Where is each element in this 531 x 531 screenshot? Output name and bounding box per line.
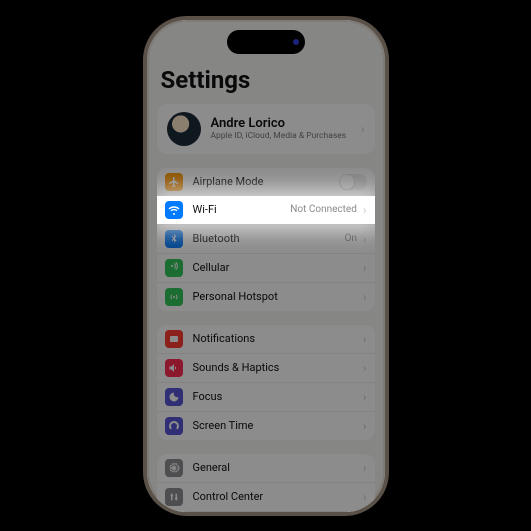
chevron-right-icon: › bbox=[363, 361, 367, 375]
row-label: Wi-Fi bbox=[193, 203, 291, 216]
chevron-right-icon: › bbox=[363, 290, 367, 304]
row-notifications[interactable]: Notifications › bbox=[157, 325, 375, 353]
focus-icon bbox=[165, 388, 183, 406]
settings-group: Airplane ModeWi-FiNot Connected›Bluetoot… bbox=[157, 168, 375, 311]
bluetooth-icon bbox=[165, 230, 183, 248]
general-icon bbox=[165, 459, 183, 477]
chevron-right-icon: › bbox=[363, 261, 367, 275]
chevron-right-icon: › bbox=[363, 203, 367, 217]
phone-frame: Settings Andre Lorico Apple ID, iCloud, … bbox=[143, 16, 389, 516]
row-label: Bluetooth bbox=[193, 232, 345, 245]
profile-subtitle: Apple ID, iCloud, Media & Purchases bbox=[211, 131, 357, 141]
profile-name: Andre Lorico bbox=[211, 116, 357, 131]
row-bluetooth[interactable]: BluetoothOn › bbox=[157, 224, 375, 253]
settings-group: Notifications›Sounds & Haptics›Focus›Scr… bbox=[157, 325, 375, 440]
chevron-right-icon: › bbox=[363, 232, 367, 246]
row-label: Cellular bbox=[193, 261, 359, 274]
row-airplane-mode[interactable]: Airplane Mode bbox=[157, 168, 375, 196]
row-label: Focus bbox=[193, 390, 359, 403]
row-label: Sounds & Haptics bbox=[193, 361, 359, 374]
chevron-right-icon: › bbox=[363, 390, 367, 404]
row-label: Control Center bbox=[193, 490, 359, 503]
row-label: Notifications bbox=[193, 332, 359, 345]
control-icon bbox=[165, 488, 183, 506]
notifications-icon bbox=[165, 330, 183, 348]
screentime-icon bbox=[165, 417, 183, 435]
sounds-icon bbox=[165, 359, 183, 377]
row-cellular[interactable]: Cellular › bbox=[157, 253, 375, 282]
settings-screen: Settings Andre Lorico Apple ID, iCloud, … bbox=[147, 20, 385, 512]
row-label: Airplane Mode bbox=[193, 175, 339, 188]
row-general[interactable]: General › bbox=[157, 454, 375, 482]
profile-card[interactable]: Andre Lorico Apple ID, iCloud, Media & P… bbox=[157, 104, 375, 154]
settings-group: General › Control Center › ADisplay & Bright… bbox=[157, 454, 375, 512]
row-personal-hotspot[interactable]: Personal Hotspot › bbox=[157, 282, 375, 311]
row-focus[interactable]: Focus › bbox=[157, 382, 375, 411]
row-control-center[interactable]: Control Center › bbox=[157, 482, 375, 511]
chevron-right-icon: › bbox=[363, 490, 367, 504]
row-label: General bbox=[193, 461, 359, 474]
chevron-right-icon: › bbox=[363, 461, 367, 475]
cellular-icon bbox=[165, 259, 183, 277]
row-screen-time[interactable]: Screen Time › bbox=[157, 411, 375, 440]
row-wi-fi[interactable]: Wi-FiNot Connected › bbox=[157, 196, 375, 224]
page-title: Settings bbox=[147, 62, 385, 104]
row-value: On bbox=[344, 233, 356, 244]
row-value: Not Connected bbox=[290, 204, 357, 215]
chevron-right-icon: › bbox=[363, 419, 367, 433]
avatar bbox=[167, 112, 201, 146]
dynamic-island bbox=[227, 30, 305, 54]
row-label: Screen Time bbox=[193, 419, 359, 432]
toggle[interactable] bbox=[339, 174, 367, 190]
row-display-brightness[interactable]: ADisplay & Brightness› bbox=[157, 511, 375, 512]
airplane-icon bbox=[165, 173, 183, 191]
row-label: Personal Hotspot bbox=[193, 290, 359, 303]
chevron-right-icon: › bbox=[363, 332, 367, 346]
row-sounds-haptics[interactable]: Sounds & Haptics › bbox=[157, 353, 375, 382]
wifi-icon bbox=[165, 201, 183, 219]
hotspot-icon bbox=[165, 288, 183, 306]
chevron-right-icon: › bbox=[361, 122, 365, 136]
